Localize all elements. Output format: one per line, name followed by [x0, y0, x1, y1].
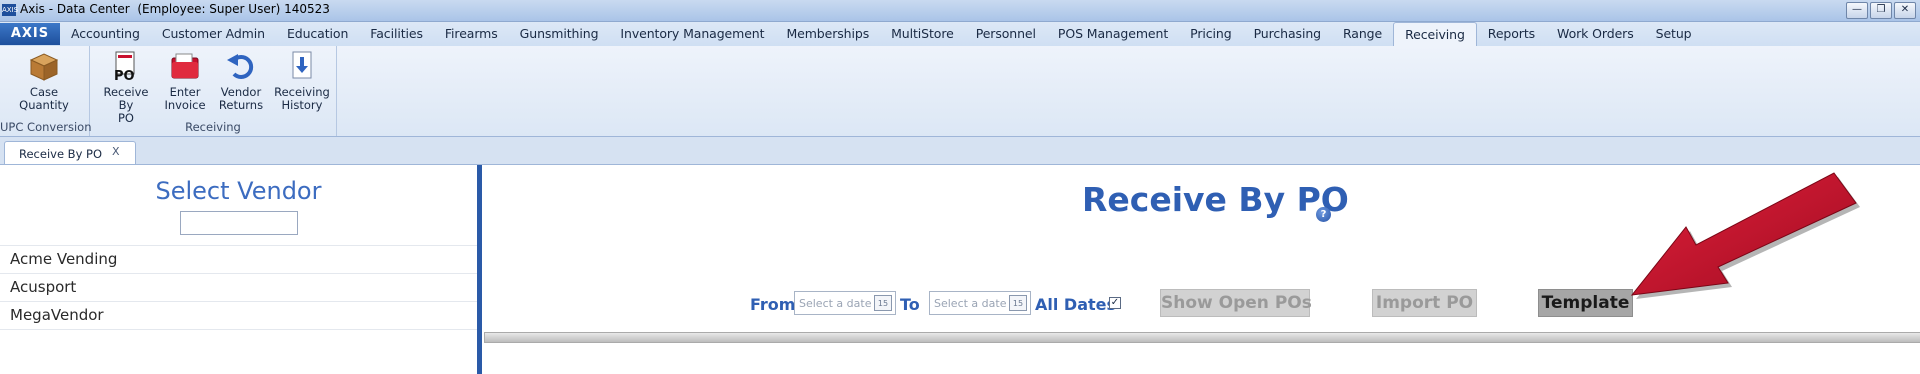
po-document-icon: PO	[114, 51, 135, 82]
page-title: Receive By PO	[1082, 180, 1349, 219]
tab-range[interactable]: Range	[1332, 22, 1393, 46]
box-icon	[29, 53, 59, 81]
show-open-pos-button[interactable]: Show Open POs	[1160, 289, 1312, 317]
all-dates-label: All Dates	[1035, 295, 1117, 314]
from-date-picker[interactable]: Select a date 15	[794, 291, 896, 315]
tab-inventory-management[interactable]: Inventory Management	[609, 22, 775, 46]
tab-firearms[interactable]: Firearms	[434, 22, 509, 46]
tab-multistore[interactable]: MultiStore	[880, 22, 965, 46]
po-grid-header	[484, 332, 1920, 343]
tab-facilities[interactable]: Facilities	[359, 22, 434, 46]
calendar-icon[interactable]: 15	[1009, 295, 1027, 311]
list-item[interactable]: Acme Vending	[0, 245, 477, 273]
list-item[interactable]: Acusport	[0, 273, 477, 301]
tab-education[interactable]: Education	[276, 22, 359, 46]
tab-receiving[interactable]: Receiving	[1393, 22, 1477, 46]
tab-accounting[interactable]: Accounting	[60, 22, 151, 46]
tab-setup[interactable]: Setup	[1645, 22, 1703, 46]
tab-pos-management[interactable]: POS Management	[1047, 22, 1179, 46]
tab-work-orders[interactable]: Work Orders	[1546, 22, 1645, 46]
case-quantity-button[interactable]: Case Quantity	[8, 50, 80, 112]
enter-invoice-button[interactable]: Enter Invoice	[160, 50, 210, 112]
vendor-panel: Select Vendor Acme Vending Acusport Mega…	[0, 165, 477, 374]
window-title-bar: AXIS Axis - Data Center (Employee: Super…	[0, 0, 1920, 22]
case-quantity-label-line2: Quantity	[19, 98, 69, 112]
red-folder-icon	[171, 53, 199, 79]
tab-gunsmithing[interactable]: Gunsmithing	[509, 22, 610, 46]
to-date-picker[interactable]: Select a date 15	[929, 291, 1031, 315]
svg-text:PO: PO	[114, 69, 135, 82]
ribbon-group-receiving: PO Receive By PO Enter Invoice Vendor Re…	[90, 46, 337, 136]
vendor-search-input[interactable]	[180, 211, 298, 235]
window-controls: — ❒ ✕	[1846, 2, 1916, 19]
enter-invoice-label-line2: Invoice	[164, 98, 206, 112]
app-icon: AXIS	[2, 4, 19, 16]
receive-by-po-label-line1: Receive By	[103, 85, 149, 112]
tab-memberships[interactable]: Memberships	[775, 22, 880, 46]
from-label: From	[750, 295, 796, 314]
document-tab-strip: Receive By PO X	[0, 137, 1920, 165]
ribbon-group-upc-conversion: Case Quantity UPC Conversion	[0, 46, 92, 136]
receiving-history-label-line2: History	[281, 98, 323, 112]
doc-tab-label: Receive By PO	[19, 147, 103, 161]
vendor-returns-button[interactable]: Vendor Returns	[214, 50, 268, 112]
tab-purchasing[interactable]: Purchasing	[1243, 22, 1332, 46]
to-date-placeholder: Select a date	[934, 297, 1007, 310]
tab-pricing[interactable]: Pricing	[1179, 22, 1242, 46]
restore-icon[interactable]: ❒	[1870, 2, 1892, 19]
axis-logo[interactable]: AXIS	[0, 23, 60, 45]
close-icon[interactable]: ✕	[1894, 2, 1916, 19]
receiving-history-button[interactable]: Receiving History	[272, 50, 332, 112]
window-title: Axis - Data Center (Employee: Super User…	[20, 2, 330, 16]
tab-customer-admin[interactable]: Customer Admin	[151, 22, 276, 46]
ribbon-body: Case Quantity UPC Conversion PO Receive …	[0, 46, 1920, 137]
vendor-list: Acme Vending Acusport MegaVendor	[0, 245, 477, 330]
to-label: To	[900, 295, 920, 314]
group-label-upc-conversion: UPC Conversion	[0, 120, 92, 134]
vendor-panel-title: Select Vendor	[155, 177, 322, 205]
list-item[interactable]: MegaVendor	[0, 301, 477, 330]
group-label-receiving: Receiving	[185, 120, 241, 134]
import-po-button[interactable]: Import PO	[1372, 289, 1477, 317]
return-arrow-icon	[227, 54, 254, 79]
minimize-icon[interactable]: —	[1846, 2, 1868, 19]
receive-by-po-button[interactable]: PO Receive By PO	[96, 50, 156, 125]
all-dates-checkbox[interactable]: ✓	[1109, 297, 1121, 309]
download-history-icon	[292, 51, 312, 79]
tab-reports[interactable]: Reports	[1477, 22, 1546, 46]
help-icon[interactable]: ?	[1316, 207, 1331, 222]
ribbon-tab-row: AXIS Accounting Customer Admin Education…	[0, 22, 1920, 46]
ribbon-tabs: Accounting Customer Admin Education Faci…	[60, 22, 1703, 46]
vendor-returns-label-line2: Returns	[218, 98, 264, 112]
tab-personnel[interactable]: Personnel	[965, 22, 1047, 46]
doc-tab-receive-by-po[interactable]: Receive By PO X	[4, 141, 136, 164]
from-date-placeholder: Select a date	[799, 297, 872, 310]
annotation-arrow-icon	[1630, 172, 1860, 299]
calendar-icon[interactable]: 15	[874, 295, 892, 311]
close-icon[interactable]: X	[112, 145, 120, 158]
